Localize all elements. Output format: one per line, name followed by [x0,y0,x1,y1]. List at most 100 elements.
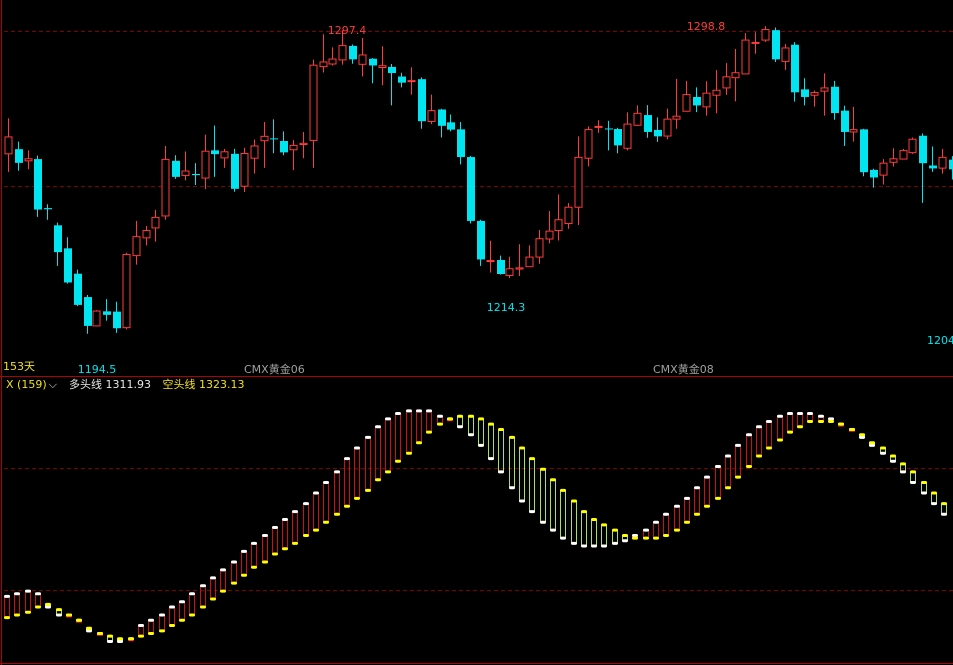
indicator-bar [169,606,175,627]
bear-line-point [632,536,638,540]
candle-body [722,76,731,89]
bear-line-point [725,486,731,490]
indicator-bar [220,569,226,592]
bear-line-point [931,491,937,495]
candle-body [319,61,328,68]
bear-line-point [334,512,340,516]
indicator-bar [292,511,298,544]
candle-body [309,64,318,141]
bull-line-point [282,518,288,522]
candle-body [113,311,121,329]
candlestick-series[interactable] [4,26,953,334]
indicator-bar [777,415,783,441]
bear-line-point [447,417,453,421]
candle-body [447,122,455,130]
indicator-bar [303,503,309,536]
indicator-bar [426,410,432,433]
indicator-bar [457,415,463,428]
candle-body [741,39,750,75]
high1-label: 1297.4 [328,24,367,37]
bull-line-point [653,520,659,524]
bull-line-point [818,414,824,418]
bear-line-point [807,420,813,423]
indicator-series[interactable] [4,409,947,643]
bull-line-point [880,451,886,455]
bear-line-point [262,560,268,564]
indicator-bar [179,601,185,621]
candle-body [761,29,770,41]
bull-line-point [478,443,484,447]
bear-line-point [468,414,474,418]
indicator-bar [509,436,515,489]
bear-line-point [56,608,62,612]
indicator-bar [550,479,556,531]
chart-canvas: 1297.4 1298.8 1194.5 1214.3 1204 153天 CM… [0,0,953,665]
bear-line-point [653,536,659,540]
chevron-down-icon[interactable]: ⌵ [49,377,57,393]
indicator-bar [735,444,741,478]
candle-body [870,169,878,178]
candle-body [369,58,377,66]
candle-body [712,89,721,96]
bull-line-point [828,417,834,421]
candle-body [486,260,495,263]
bull-line-point [704,475,710,479]
bear-line-point [643,536,649,540]
indicator-bar [931,492,937,505]
bear-line-point [437,422,443,426]
last-price-label: 1204 [927,334,953,347]
candle-body [467,157,475,221]
candle-body [841,110,849,132]
indicator-name[interactable]: X (159) [6,377,47,393]
bear-line-point [272,552,278,556]
bear-line-point [859,433,865,437]
bear-line-label: 空头线 [162,378,196,391]
bear-line-point [694,512,700,516]
indicator-bar [519,447,525,502]
indicator-bar [395,413,401,462]
bear-line-point [663,533,669,537]
bull-line-label: 多头线 [68,378,102,391]
bear-line-point [519,446,525,450]
indicator-bar [148,619,154,634]
bear-line-point [560,488,566,492]
bear-line-point [344,504,350,508]
contract-label-06: CMX黄金06 [244,362,305,376]
candle-body [388,66,396,74]
low2-label: 1214.3 [487,301,526,314]
bear-line-point [4,616,10,620]
bull-line-point [272,526,278,529]
bull-line-point [756,425,762,429]
bull-line-point [488,457,494,461]
candle-body [702,92,711,108]
indicator-bar [159,614,165,632]
bull-line-point [807,412,813,416]
indicator-bar [468,415,474,436]
candle-body [349,45,357,60]
candle-body [240,153,249,187]
bear-line-point [189,613,195,617]
candle-body [192,173,200,176]
bull-line-point [200,584,206,588]
indicator-bar [571,500,577,544]
bear-line-point [612,528,618,532]
bull-line-point [859,435,865,439]
bear-line-point [200,605,206,609]
bear-line-point [35,605,41,609]
bull-line-point [457,425,463,429]
bear-line-point [45,602,51,606]
candle-body [860,129,868,173]
bear-line-point [220,589,226,593]
indicator-bar [746,434,752,468]
indicator-bar [674,505,680,531]
bear-line-point [313,528,319,532]
bear-line-point [746,465,752,469]
bull-line-point [117,639,123,643]
candle-body [54,225,62,253]
bull-line-point [107,639,113,643]
bear-line-point [148,632,154,635]
bear-line-point [303,533,309,537]
candle-body [250,145,259,159]
indicator-bar [663,513,669,536]
indicator-bar [612,529,618,544]
